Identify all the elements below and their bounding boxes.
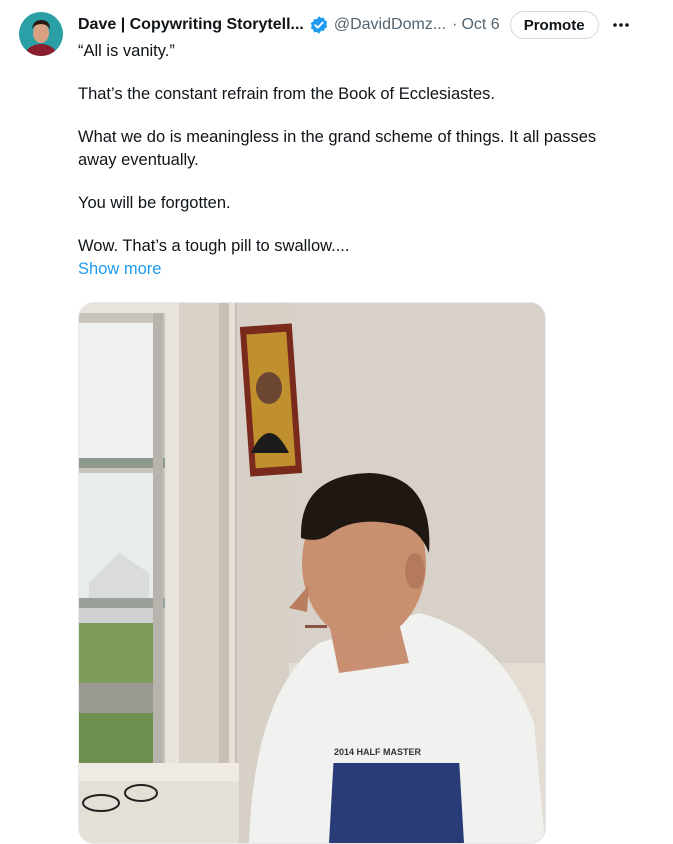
author-name[interactable]: Dave | Copywriting Storytell... [78,16,304,34]
photo-image: 2014 HALF MASTER [79,303,545,843]
shirt-text: 2014 HALF MASTER [334,747,422,757]
tweet-paragraph: “All is vanity.” [78,42,175,60]
author-handle[interactable]: @DavidDomz... [334,16,446,34]
tweet-date[interactable]: Oct 6 [461,16,499,34]
separator-dot: · [452,16,458,33]
show-more-link[interactable]: Show more [78,258,638,281]
avatar-image [19,12,63,56]
tweet-header: Dave | Copywriting Storytell... @DavidDo… [78,11,663,39]
tweet-photo[interactable]: 2014 HALF MASTER [78,302,546,844]
promote-button[interactable]: Promote [509,11,599,39]
tweet-paragraph: You will be forgotten. [78,194,231,212]
tweet-paragraph: Wow. That’s a tough pill to swallow.... [78,237,350,255]
tweet-paragraph: What we do is meaningless in the grand s… [78,128,597,169]
tweet-paragraph: That’s the constant refrain from the Boo… [78,85,495,103]
more-options-icon[interactable] [611,15,631,35]
verified-badge-icon [309,15,329,35]
author-avatar[interactable] [19,12,63,56]
tweet-text: “All is vanity.” That’s the constant ref… [78,40,638,281]
